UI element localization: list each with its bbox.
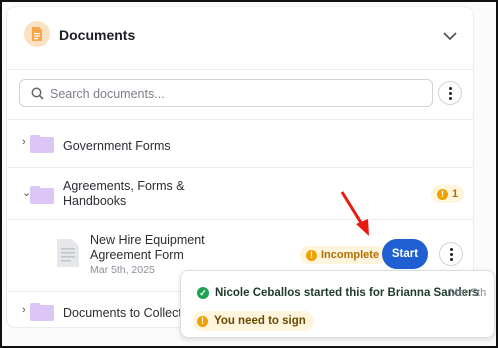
sign-notice: ! You need to sign <box>193 311 314 331</box>
check-icon: ✓ <box>197 287 209 299</box>
warning-icon: ! <box>197 315 208 327</box>
pending-count-badge: ! 1 <box>431 185 465 203</box>
folder-icon <box>30 135 54 153</box>
chevron-right-icon[interactable]: › <box>22 304 26 316</box>
pending-count: 1 <box>452 188 459 200</box>
document-options-button[interactable] <box>439 242 463 266</box>
activity-date: Mar 5th <box>449 287 487 299</box>
document-icon <box>24 21 50 47</box>
section-title: Documents <box>59 27 136 43</box>
search-icon <box>31 87 44 100</box>
search-box[interactable] <box>19 79 433 107</box>
activity-text: Nicole Ceballos started this for Brianna… <box>215 287 479 299</box>
document-name[interactable]: New Hire Equipment Agreement Form <box>90 233 220 263</box>
folder-icon <box>30 186 54 204</box>
folder-icon <box>30 303 54 321</box>
chevron-down-icon[interactable] <box>443 28 457 46</box>
warning-icon: ! <box>306 249 317 261</box>
chevron-right-icon[interactable]: › <box>22 136 26 148</box>
status-badge: ! Incomplete <box>300 246 387 264</box>
warning-icon: ! <box>437 188 448 200</box>
folder-label: Government Forms <box>63 139 171 153</box>
documents-header[interactable]: Documents <box>7 7 473 65</box>
folder-label: Agreements, Forms & Handbooks <box>63 179 185 208</box>
search-row <box>7 69 473 119</box>
red-arrow-icon <box>340 191 369 236</box>
activity-line: ✓ Nicole Ceballos started this for Brian… <box>193 283 487 303</box>
document-date: Mar 5th, 2025 <box>90 264 155 276</box>
status-label: Incomplete <box>321 249 380 261</box>
app-frame: Documents › Government Forms <box>0 0 498 348</box>
file-icon <box>57 239 79 267</box>
search-input[interactable] <box>50 84 420 104</box>
activity-popover: ✓ Nicole Ceballos started this for Brian… <box>180 270 495 338</box>
more-options-button[interactable] <box>438 81 462 105</box>
folder-row-agreements[interactable]: ⌄ Agreements, Forms & Handbooks ! 1 <box>7 167 473 219</box>
folder-row-government-forms[interactable]: › Government Forms <box>7 119 473 167</box>
sign-notice-text: You need to sign <box>214 315 306 327</box>
folder-label: Documents to Collect <box>63 306 182 320</box>
start-button[interactable]: Start <box>382 239 428 269</box>
